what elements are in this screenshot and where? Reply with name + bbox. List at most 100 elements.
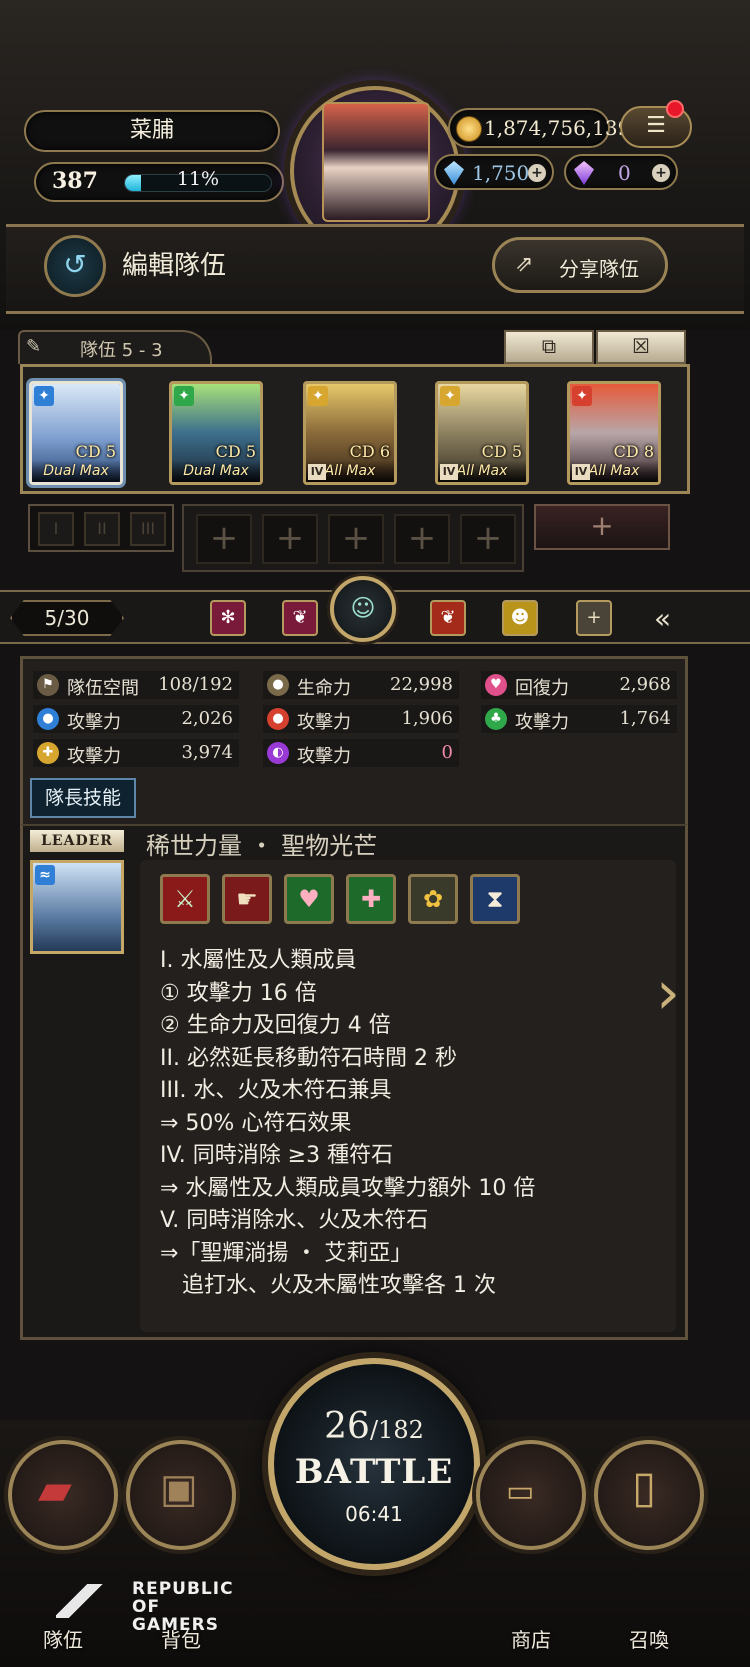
diamond-counter[interactable]: 1,750 + — [434, 154, 554, 190]
shop-sign-icon: ▭ — [506, 1474, 535, 1509]
team-member-card[interactable]: ✦ CD 6 All Max IV — [303, 381, 397, 485]
attack-up-icon: ⚔ — [160, 874, 210, 924]
light-rune-icon: ✚ — [37, 742, 59, 764]
nav-team-button[interactable]: ▰ — [8, 1440, 118, 1550]
chest-icon: ▣ — [160, 1466, 198, 1512]
add-slot[interactable]: + — [328, 514, 384, 564]
battle-label: BATTLE — [294, 1452, 454, 1492]
water-rune-icon: ● — [37, 708, 59, 730]
hp-drop-icon: ● — [267, 674, 289, 696]
time-extend-icon: ☛ — [222, 874, 272, 924]
page-title: 編輯隊伍 — [122, 251, 227, 281]
team-member-card[interactable]: ✦ CD 8 All Max IV — [567, 381, 661, 485]
card-cooldown: CD 5 — [481, 442, 522, 461]
back-arrow-icon: ↺ — [63, 248, 87, 281]
skill-description-line: 追打水、火及木屬性攻擊各 1 次 — [160, 1273, 496, 1298]
soul-crystal-icon — [574, 161, 594, 185]
soul-amount: 0 — [618, 161, 631, 185]
add-soul-icon[interactable]: + — [652, 164, 670, 182]
stat-fire-attack: ● 攻擊力 1,906 — [263, 705, 459, 733]
team-tab[interactable]: ✎ 隊伍 5 - 3 — [18, 330, 212, 364]
stat-light-attack: ✚ 攻擊力 3,974 — [33, 739, 239, 767]
level-bar: 387 11% — [34, 162, 284, 202]
light-filter-icon[interactable]: ☻ — [502, 600, 538, 636]
share-icon: ⇗ — [515, 252, 534, 277]
next-arrow-icon[interactable]: › — [656, 958, 680, 1028]
back-button[interactable]: ↺ — [44, 235, 106, 297]
clear-team-button[interactable]: ☒ — [596, 330, 686, 364]
notification-dot — [666, 100, 684, 118]
add-slot[interactable]: + — [394, 514, 450, 564]
stat-hp: ● 生命力 22,998 — [263, 671, 459, 699]
stat-recovery: ♥ 回復力 2,968 — [481, 671, 677, 699]
formation-slots: I II III — [28, 504, 174, 552]
extra-slot[interactable]: + — [534, 504, 670, 550]
add-slot[interactable]: + — [262, 514, 318, 564]
slot-i[interactable]: I — [38, 512, 74, 546]
share-team-button[interactable]: ⇗ 分享隊伍 — [492, 237, 668, 293]
team-panel: ✦ CD 5 Dual Max ✦ CD 5 Dual Max ✦ CD 6 All Max IV… — [20, 364, 690, 494]
player-level: 387 — [52, 168, 98, 194]
slot-iii[interactable]: III — [130, 512, 166, 546]
feather-icon: ✎ — [26, 336, 42, 357]
stamina-counter: 26/182 — [324, 1406, 424, 1447]
collapse-arrow-icon[interactable]: « — [654, 602, 671, 635]
nav-summon-button[interactable]: ▯ — [594, 1440, 704, 1550]
fire-rune-icon: ● — [267, 708, 289, 730]
team-member-card[interactable]: ✦ CD 5 All Max IV — [435, 381, 529, 485]
add-member-strip: + + + + + — [182, 504, 524, 572]
skill-description-line: ② 生命力及回復力 4 倍 — [160, 1013, 391, 1038]
skill-description-line: ① 攻擊力 16 倍 — [160, 980, 317, 1006]
dark-rune-icon: ◐ — [267, 742, 289, 764]
beast-filter-icon[interactable]: ✻ — [210, 600, 246, 636]
attribute-icon: ✦ — [174, 386, 194, 406]
skill-description-line: ⇒ 水屬性及人類成員攻擊力額外 10 倍 — [160, 1175, 536, 1201]
leader-skill-tab[interactable]: 隊長技能 — [30, 778, 136, 818]
edit-team-bar: ↺ 編輯隊伍 ⇗ 分享隊伍 — [6, 224, 744, 314]
nav-shop-button[interactable]: ▭ — [476, 1440, 586, 1550]
nav-bag-button[interactable]: ▣ — [126, 1440, 236, 1550]
battle-button[interactable]: 26/182 BATTLE 06:41 — [268, 1358, 480, 1570]
nav-shop-label: 商店 — [511, 1628, 551, 1652]
soul-counter[interactable]: 0 + — [564, 154, 678, 190]
card-rank: Dual Max — [172, 460, 260, 482]
copy-team-button[interactable]: ⧉ — [504, 330, 594, 364]
summon-card-icon: ▯ — [632, 1462, 657, 1513]
team-number: 隊伍 5 - 3 — [80, 340, 163, 361]
team-count: 5/30 — [10, 600, 124, 636]
team-member-card[interactable]: ✦ CD 5 Dual Max — [29, 381, 123, 485]
skill-description-line: III. 水、火及木符石兼具 — [160, 1078, 392, 1103]
team-member-card[interactable]: ✦ CD 5 Dual Max — [169, 381, 263, 485]
leader-badge: LEADER — [30, 830, 124, 852]
human-filter-icon[interactable]: ☺ — [330, 576, 396, 642]
card-cooldown: CD 8 — [613, 442, 654, 461]
card-cooldown: CD 6 — [349, 442, 390, 461]
coin-amount: 1,874,756,139 — [484, 116, 631, 140]
skill-description-box: ⚔ ☛ ♥ ✚ ✿ ⧗ I. 水屬性及人類成員 ① 攻擊力 16 倍 ② 生命力及回… — [140, 860, 676, 1332]
leader-skill-name: 稀世力量 ・ 聖物光芒 — [146, 832, 378, 860]
hourglass-icon: ⧗ — [470, 874, 520, 924]
add-slot[interactable]: + — [460, 514, 516, 564]
attribute-icon: ✦ — [572, 386, 592, 406]
fire-wings-filter-icon[interactable]: ❦ — [430, 600, 466, 636]
add-slot[interactable]: + — [196, 514, 252, 564]
leader-card-portrait[interactable]: ≈ — [30, 860, 124, 954]
slot-ii[interactable]: II — [84, 512, 120, 546]
elf-filter-icon[interactable]: ❦ — [282, 600, 318, 636]
add-filter-icon[interactable]: + — [576, 600, 612, 636]
nav-summon-label: 召喚 — [629, 1628, 669, 1652]
flag-icon: ⚑ — [37, 674, 59, 696]
stamina-timer: 06:41 — [345, 1502, 403, 1526]
heart-rune-icon: ♥ — [284, 874, 334, 924]
water-attribute-icon: ≈ — [35, 865, 55, 885]
player-name: 菜脯 — [24, 110, 280, 152]
card-cooldown: CD 5 — [215, 442, 256, 461]
attribute-icon: ✦ — [34, 386, 54, 406]
wood-rune-icon: ♣ — [485, 708, 507, 730]
card-tier-badge: IV — [572, 464, 590, 480]
stat-space: ⚑ 隊伍空間 108/192 — [33, 671, 239, 699]
heart-plus-icon: ✚ — [346, 874, 396, 924]
add-diamond-icon[interactable]: + — [528, 164, 546, 182]
exp-percent: 11% — [176, 168, 220, 190]
coin-icon — [456, 116, 482, 142]
